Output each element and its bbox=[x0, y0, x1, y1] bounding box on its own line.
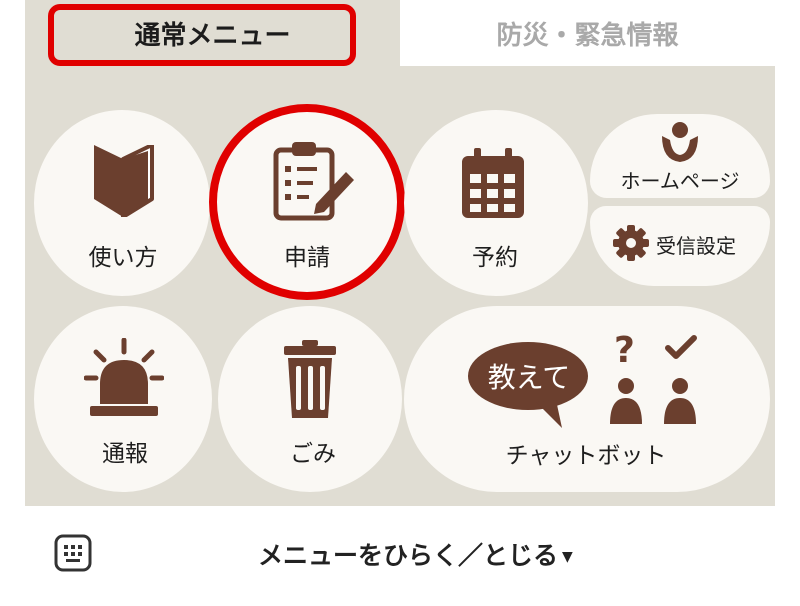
city-emblem-icon bbox=[662, 122, 698, 162]
chatbot-label: チャットボット bbox=[505, 443, 667, 469]
chatbot-bubble-label: 教えて bbox=[487, 361, 571, 394]
tab-highlight-annotation bbox=[48, 4, 356, 66]
keyboard-icon[interactable] bbox=[54, 534, 92, 572]
guide-label: 使い方 bbox=[88, 245, 158, 271]
gear-icon bbox=[613, 225, 649, 261]
report-label: 通報 bbox=[102, 441, 148, 467]
reserve-label: 予約 bbox=[472, 245, 518, 271]
calendar-icon bbox=[462, 148, 524, 218]
triangle-down-icon: ▼ bbox=[562, 549, 573, 565]
menu-toggle-label: メニューをひらく／とじる bbox=[258, 541, 559, 570]
tab-disaster-emergency[interactable]: 防災・緊急情報 bbox=[400, 0, 775, 66]
garbage-label: ごみ bbox=[290, 441, 336, 467]
qa-people-icon: ? bbox=[610, 330, 697, 424]
trash-can-icon bbox=[284, 340, 336, 418]
apply-highlight-annotation bbox=[209, 104, 405, 300]
receive-settings-label: 受信設定 bbox=[656, 234, 736, 258]
menu-toggle[interactable]: メニューをひらく／とじる ▼ bbox=[258, 536, 573, 572]
homepage-label: ホームページ bbox=[620, 169, 740, 193]
alarm-light-icon bbox=[84, 338, 164, 416]
beginner-mark-icon bbox=[94, 145, 154, 217]
svg-text:?: ? bbox=[614, 330, 635, 371]
